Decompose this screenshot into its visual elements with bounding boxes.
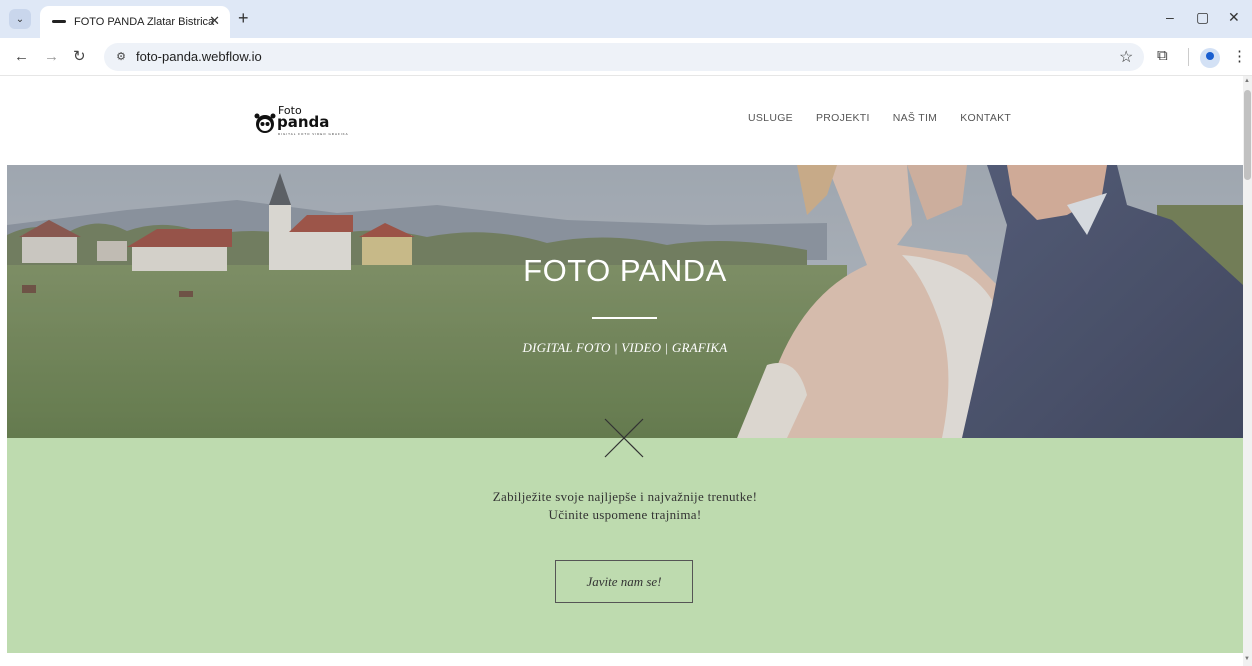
- page-scrollbar[interactable]: ▲ ▼: [1243, 76, 1252, 666]
- hero-title: FOTO PANDA: [523, 253, 727, 288]
- tab-close-icon[interactable]: ✕: [209, 13, 220, 29]
- logo-panda-text: panda: [277, 113, 330, 131]
- nav-link-usluge[interactable]: USLUGE: [748, 112, 793, 124]
- reload-icon[interactable]: ↻: [73, 48, 86, 66]
- main-navigation: USLUGE PROJEKTI NAŠ TIM KONTAKT: [748, 112, 1034, 124]
- intro-section: Zabilježite svoje najljepše i najvažnije…: [7, 418, 1243, 653]
- hero-overlay: [7, 165, 1243, 438]
- url-text[interactable]: foto-panda.webflow.io: [136, 49, 262, 64]
- site-info-icon[interactable]: ⚙: [114, 50, 128, 64]
- nav-link-projekti[interactable]: PROJEKTI: [816, 112, 870, 124]
- scroll-up-icon[interactable]: ▲: [1244, 78, 1250, 84]
- address-bar[interactable]: ⚙ foto-panda.webflow.io ☆: [104, 43, 1144, 71]
- favicon-icon: [52, 18, 66, 26]
- extensions-icon[interactable]: ⧉: [1157, 47, 1168, 64]
- back-arrow-icon[interactable]: ←: [14, 48, 29, 66]
- hero-section: FOTO PANDA DIGITAL FOTO | VIDEO | GRAFIK…: [7, 165, 1243, 438]
- web-page: Foto panda DIGITAL FOTO VIDEO GRAFIKA US…: [0, 76, 1243, 666]
- panda-logo-icon: [254, 113, 276, 133]
- scroll-down-icon[interactable]: ▼: [1244, 656, 1250, 662]
- nav-link-kontakt[interactable]: KONTAKT: [960, 112, 1011, 124]
- logo-tagline: DIGITAL FOTO VIDEO GRAFIKA: [278, 132, 349, 136]
- hero-divider: [592, 317, 657, 319]
- intro-text: Zabilježite svoje najljepše i najvažnije…: [7, 488, 1243, 524]
- site-header: Foto panda DIGITAL FOTO VIDEO GRAFIKA US…: [0, 76, 1243, 165]
- intro-line-2: Učinite uspomene trajnima!: [548, 507, 702, 522]
- tab-search-icon[interactable]: ⌄: [9, 9, 31, 29]
- browser-tab-bar: ⌄ FOTO PANDA Zlatar Bistrica ✕ + – ▢ ✕: [0, 0, 1252, 38]
- contact-us-button[interactable]: Javite nam se!: [555, 560, 693, 603]
- new-tab-button[interactable]: +: [238, 8, 249, 28]
- site-logo[interactable]: Foto panda DIGITAL FOTO VIDEO GRAFIKA: [254, 104, 348, 142]
- minimize-button[interactable]: –: [1166, 9, 1174, 25]
- toolbar-separator: [1188, 48, 1189, 66]
- intro-line-1: Zabilježite svoje najljepše i najvažnije…: [492, 489, 758, 504]
- bookmark-star-icon[interactable]: ☆: [1119, 47, 1133, 67]
- hero-subtitle: DIGITAL FOTO | VIDEO | GRAFIKA: [522, 340, 728, 355]
- browser-tab[interactable]: FOTO PANDA Zlatar Bistrica ✕: [40, 6, 230, 38]
- browser-toolbar: ← → ↻ ⚙ foto-panda.webflow.io ☆ ⧉ ⋮: [0, 38, 1252, 76]
- close-window-button[interactable]: ✕: [1228, 9, 1240, 26]
- scrollbar-thumb[interactable]: [1244, 90, 1251, 180]
- page-below-fold: [7, 653, 1243, 666]
- decorative-x-icon: [604, 418, 644, 458]
- forward-arrow-icon[interactable]: →: [44, 48, 59, 66]
- tab-title: FOTO PANDA Zlatar Bistrica: [74, 16, 215, 28]
- menu-dots-icon[interactable]: ⋮: [1232, 47, 1247, 65]
- nav-link-nas-tim[interactable]: NAŠ TIM: [893, 112, 938, 124]
- profile-icon[interactable]: [1200, 48, 1220, 68]
- maximize-button[interactable]: ▢: [1196, 9, 1209, 26]
